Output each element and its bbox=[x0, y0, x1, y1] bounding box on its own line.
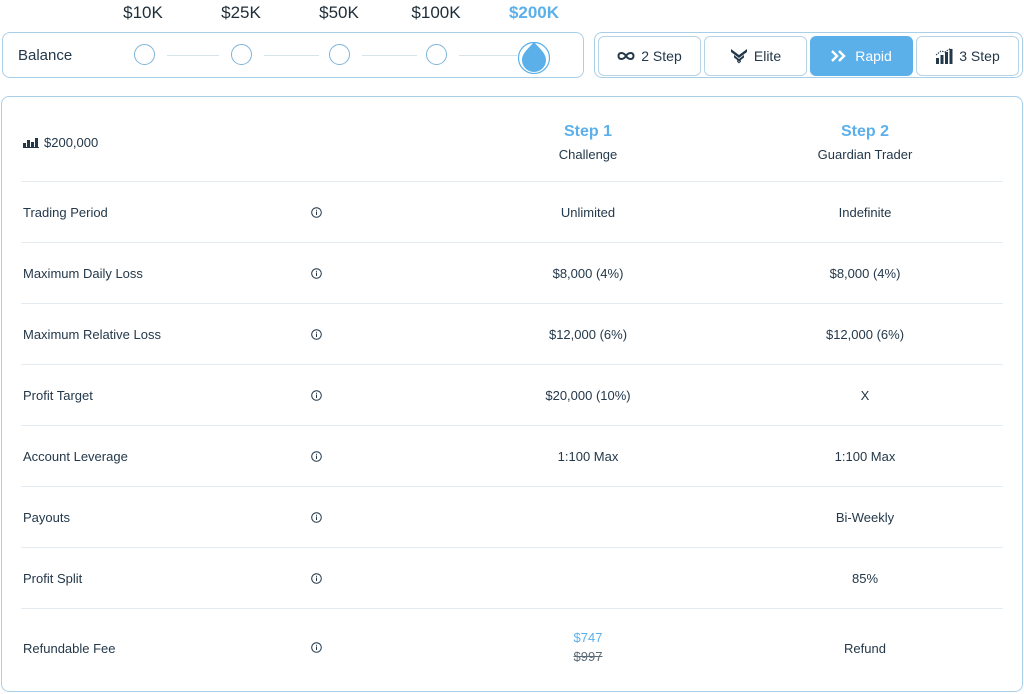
infinity-icon bbox=[617, 52, 635, 60]
row-label: Account Leverage bbox=[23, 449, 128, 464]
elite-chevron-icon bbox=[730, 49, 747, 64]
amount-25k[interactable]: $25K bbox=[221, 3, 261, 23]
amount-200k[interactable]: $200K bbox=[509, 3, 559, 23]
table-row: Maximum Daily Loss $8,000 (4%) $8,000 (4… bbox=[21, 243, 1003, 304]
tab-3-step[interactable]: 3 Step bbox=[916, 36, 1019, 76]
bar-chart-icon bbox=[935, 48, 953, 64]
row-label: Trading Period bbox=[23, 205, 108, 220]
table-row: Refundable Fee $747 $997 Refund bbox=[21, 609, 1003, 691]
info-icon[interactable] bbox=[311, 390, 322, 401]
tab-3-step-label: 3 Step bbox=[959, 48, 1000, 64]
slider-track bbox=[362, 55, 417, 56]
step-2-value: $8,000 (4%) bbox=[829, 266, 901, 281]
step-2-value: 85% bbox=[851, 571, 879, 586]
balance-option-10k[interactable] bbox=[134, 44, 155, 65]
row-label: Profit Split bbox=[23, 571, 83, 586]
row-label: Payouts bbox=[23, 510, 70, 525]
table-row: Profit Target $20,000 (10%) X bbox=[21, 365, 1003, 426]
table-row: Profit Split 85% bbox=[21, 548, 1003, 609]
table-row: Payouts Bi-Weekly bbox=[21, 487, 1003, 548]
double-chevron-icon bbox=[831, 50, 846, 62]
row-label: Profit Target bbox=[23, 388, 93, 403]
account-size: $200,000 bbox=[23, 135, 98, 150]
step-1-title: Step 1 bbox=[563, 123, 613, 140]
balance-selector: Balance bbox=[2, 32, 584, 78]
step-2-title: Step 2 bbox=[840, 123, 890, 140]
info-icon[interactable] bbox=[311, 573, 322, 584]
fee-old-price: $997 bbox=[573, 649, 603, 664]
tab-2-step-label: 2 Step bbox=[641, 48, 682, 64]
info-icon[interactable] bbox=[311, 329, 322, 340]
info-icon[interactable] bbox=[311, 207, 322, 218]
tab-rapid[interactable]: Rapid bbox=[810, 36, 913, 76]
step-1-value: $20,000 (10%) bbox=[545, 388, 631, 403]
step-2-subtitle: Guardian Trader bbox=[817, 147, 913, 162]
step-1-value: $12,000 (6%) bbox=[548, 327, 628, 342]
account-size-icon bbox=[23, 137, 39, 148]
info-icon[interactable] bbox=[311, 512, 322, 523]
step-1-value: Unlimited bbox=[560, 205, 616, 220]
balance-amounts: $10K $25K $50K $100K $200K bbox=[0, 3, 590, 25]
comparison-table: $200,000 Step 1 Challenge Step 2 Guardia… bbox=[1, 96, 1023, 692]
fee-price: $747 bbox=[573, 630, 603, 645]
info-icon[interactable] bbox=[311, 642, 322, 653]
balance-label: Balance bbox=[18, 47, 73, 64]
step-2-value: Bi-Weekly bbox=[835, 510, 895, 525]
tab-2-step[interactable]: 2 Step bbox=[598, 36, 701, 76]
step-2-value: X bbox=[860, 388, 870, 403]
tab-elite[interactable]: Elite bbox=[704, 36, 807, 76]
amount-100k[interactable]: $100K bbox=[411, 3, 460, 23]
balance-option-25k[interactable] bbox=[231, 44, 252, 65]
step-2-value: 1:100 Max bbox=[834, 449, 896, 464]
plan-type-tabs: 2 Step Elite Rapid 3 Step bbox=[594, 32, 1023, 78]
tab-rapid-label: Rapid bbox=[855, 48, 892, 64]
balance-option-50k[interactable] bbox=[329, 44, 350, 65]
step-2-value: $12,000 (6%) bbox=[825, 327, 905, 342]
balance-option-100k[interactable] bbox=[426, 44, 447, 65]
info-icon[interactable] bbox=[311, 451, 322, 462]
step-2-value: Indefinite bbox=[838, 205, 892, 220]
slider-track bbox=[264, 55, 319, 56]
balance-option-200k[interactable] bbox=[517, 38, 551, 74]
account-size-value: $200,000 bbox=[44, 135, 99, 150]
step-1-value: $8,000 (4%) bbox=[552, 266, 624, 281]
row-label: Refundable Fee bbox=[23, 641, 116, 656]
slider-track bbox=[167, 55, 219, 56]
row-label: Maximum Daily Loss bbox=[23, 266, 143, 281]
fee-prices: $747 $997 bbox=[574, 630, 603, 664]
info-icon[interactable] bbox=[311, 268, 322, 279]
row-label: Maximum Relative Loss bbox=[23, 327, 161, 342]
table-row: Maximum Relative Loss $12,000 (6%) $12,0… bbox=[21, 304, 1003, 365]
table-row: Account Leverage 1:100 Max 1:100 Max bbox=[21, 426, 1003, 487]
step-1-subtitle: Challenge bbox=[558, 147, 618, 162]
step-1-value: 1:100 Max bbox=[557, 449, 619, 464]
step-2-value: Refund bbox=[844, 641, 886, 656]
table-header-row: $200,000 Step 1 Challenge Step 2 Guardia… bbox=[21, 97, 1003, 182]
droplet-icon bbox=[517, 41, 551, 74]
table-row: Trading Period Unlimited Indefinite bbox=[21, 182, 1003, 243]
tab-elite-label: Elite bbox=[753, 48, 782, 64]
slider-track bbox=[459, 55, 517, 56]
amount-50k[interactable]: $50K bbox=[319, 3, 359, 23]
amount-10k[interactable]: $10K bbox=[123, 3, 163, 23]
